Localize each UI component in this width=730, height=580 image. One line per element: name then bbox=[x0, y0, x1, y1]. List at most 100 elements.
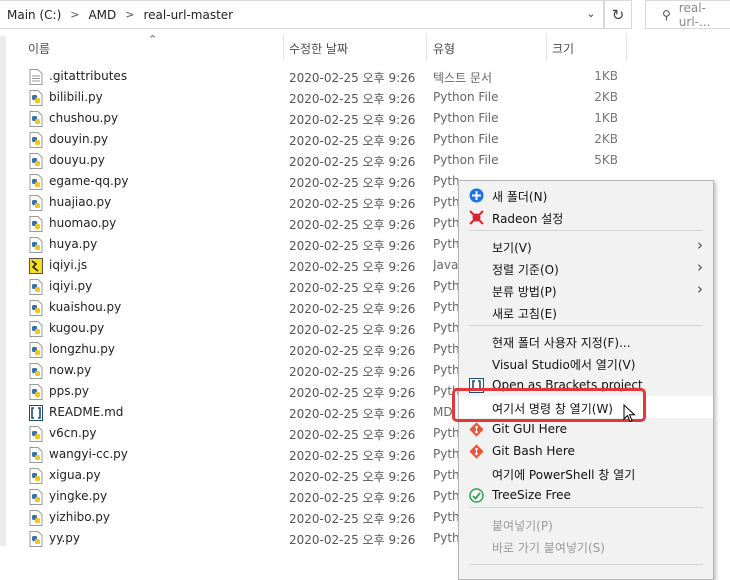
file-type: Pyth bbox=[433, 468, 459, 482]
file-row[interactable]: douyu.py 2020-02-25 오후 9:26 Python File 5KB bbox=[26, 150, 626, 171]
python-file-icon bbox=[29, 237, 43, 253]
menu-item-1[interactable]: Radeon 설정 bbox=[459, 206, 713, 228]
menu-separator bbox=[469, 507, 703, 508]
menu-item-label: Git Bash Here bbox=[492, 444, 575, 458]
menu-item-14[interactable]: 붙여넣기(P) bbox=[459, 513, 713, 535]
file-type: Pyth bbox=[433, 531, 459, 545]
context-menu: 새 폴더(N) Radeon 설정보기(V) › 정렬 기준(O) › 분류 방법(P) ›… bbox=[458, 180, 714, 580]
file-type: Pyth bbox=[433, 174, 459, 188]
file-date: 2020-02-25 오후 9:26 bbox=[289, 491, 416, 505]
column-header-name[interactable]: 이름 bbox=[28, 40, 50, 57]
breadcrumb-amd[interactable]: AMD bbox=[86, 8, 118, 22]
file-name: .gitattributes bbox=[49, 69, 128, 83]
menu-item-12[interactable]: 여기에 PowerShell 창 열기 bbox=[459, 462, 713, 484]
file-name: douyu.py bbox=[49, 153, 105, 167]
search-placeholder: real-url-... bbox=[678, 0, 711, 29]
file-date: 2020-02-25 오후 9:26 bbox=[289, 512, 416, 526]
file-size: 2KB bbox=[594, 132, 618, 146]
file-name: xigua.py bbox=[49, 468, 101, 482]
file-date: 2020-02-25 오후 9:26 bbox=[289, 176, 416, 190]
python-file-icon bbox=[29, 111, 43, 127]
address-bar[interactable]: Main (C:) > AMD > real-url-master ⌄ bbox=[0, 0, 604, 29]
column-divider[interactable] bbox=[426, 34, 427, 61]
python-file-icon bbox=[29, 426, 43, 442]
search-icon: ⚲ bbox=[662, 7, 671, 22]
file-row[interactable]: douyin.py 2020-02-25 오후 9:26 Python File 2K… bbox=[26, 129, 626, 150]
column-header-row: ⌃ 이름 수정한 날짜 유형 크기 bbox=[0, 33, 640, 62]
menu-item-2[interactable]: 보기(V) › bbox=[459, 235, 713, 257]
file-row[interactable]: bilibili.py 2020-02-25 오후 9:26 Python File… bbox=[26, 87, 626, 108]
file-type: Pyth bbox=[433, 216, 459, 230]
menu-item-3[interactable]: 정렬 기준(O) › bbox=[459, 257, 713, 279]
file-name: chushou.py bbox=[49, 111, 119, 125]
column-header-date[interactable]: 수정한 날짜 bbox=[289, 40, 348, 57]
sort-ascending-icon: ⌃ bbox=[148, 33, 158, 46]
column-divider[interactable] bbox=[283, 34, 284, 61]
file-date: 2020-02-25 오후 9:26 bbox=[289, 323, 416, 337]
menu-item-label: 현재 폴더 사용자 지정(F)... bbox=[492, 336, 631, 350]
file-type: Pyth bbox=[433, 510, 459, 524]
menu-overflow-edge bbox=[469, 567, 703, 568]
file-name: yizhibo.py bbox=[49, 510, 110, 524]
file-name: bilibili.py bbox=[49, 90, 103, 104]
file-size: 1KB bbox=[594, 69, 618, 83]
menu-item-4[interactable]: 분류 방법(P) › bbox=[459, 279, 713, 301]
file-type: Pyth bbox=[433, 426, 459, 440]
file-date: 2020-02-25 오후 9:26 bbox=[289, 386, 416, 400]
menu-item-0[interactable]: 새 폴더(N) bbox=[459, 184, 713, 206]
breadcrumb-drive[interactable]: Main (C:) bbox=[5, 8, 63, 22]
file-name: huomao.py bbox=[49, 216, 117, 230]
menu-item-11[interactable]: Git Bash Here bbox=[459, 440, 713, 462]
menu-separator bbox=[469, 230, 703, 231]
refresh-button[interactable]: ↻ bbox=[604, 0, 632, 29]
menu-item-label: 새 폴더(N) bbox=[492, 190, 548, 204]
brackets-file-icon bbox=[29, 405, 43, 421]
breadcrumb-separator-icon[interactable]: > bbox=[63, 8, 86, 21]
file-date: 2020-02-25 오후 9:26 bbox=[289, 197, 416, 211]
menu-item-13[interactable]: TreeSize Free bbox=[459, 484, 713, 506]
address-history-chevron-down-icon[interactable]: ⌄ bbox=[585, 8, 597, 20]
breadcrumb-separator-icon[interactable]: > bbox=[118, 8, 141, 21]
menu-separator bbox=[469, 564, 703, 565]
text-file-icon bbox=[29, 69, 43, 85]
column-header-type[interactable]: 유형 bbox=[433, 40, 455, 57]
search-box[interactable]: ⚲ real-url-... bbox=[645, 0, 730, 29]
menu-item-6[interactable]: 현재 폴더 사용자 지정(F)... bbox=[459, 330, 713, 352]
menu-item-label: Visual Studio에서 열기(V) bbox=[492, 358, 636, 372]
column-divider[interactable] bbox=[626, 34, 627, 61]
git-icon bbox=[469, 422, 484, 437]
column-divider[interactable] bbox=[546, 34, 547, 61]
python-file-icon bbox=[29, 468, 43, 484]
radeon-icon bbox=[469, 210, 484, 225]
file-type: Python File bbox=[433, 111, 499, 125]
menu-item-15[interactable]: 바로 가기 붙여넣기(S) bbox=[459, 535, 713, 557]
python-file-icon bbox=[29, 384, 43, 400]
file-date: 2020-02-25 오후 9:26 bbox=[289, 407, 416, 421]
breadcrumb-current-folder[interactable]: real-url-master bbox=[142, 8, 236, 22]
file-name: now.py bbox=[49, 363, 92, 377]
refresh-icon: ↻ bbox=[611, 5, 625, 24]
menu-item-label: 여기에 PowerShell 창 열기 bbox=[492, 468, 636, 482]
file-name: iqiyi.py bbox=[49, 279, 93, 293]
file-date: 2020-02-25 오후 9:26 bbox=[289, 344, 416, 358]
file-date: 2020-02-25 오후 9:26 bbox=[289, 449, 416, 463]
python-file-icon bbox=[29, 216, 43, 232]
file-row[interactable]: .gitattributes 2020-02-25 오후 9:26 텍스트 문서 1K… bbox=[26, 66, 626, 87]
file-row[interactable]: chushou.py 2020-02-25 오후 9:26 Python File 1… bbox=[26, 108, 626, 129]
mouse-cursor-icon bbox=[623, 404, 636, 423]
file-date: 2020-02-25 오후 9:26 bbox=[289, 92, 416, 106]
python-file-icon bbox=[29, 153, 43, 169]
menu-item-label: 정렬 기준(O) bbox=[492, 263, 559, 277]
file-name: longzhu.py bbox=[49, 342, 115, 356]
file-name: iqiyi.js bbox=[49, 258, 88, 272]
file-name: v6cn.py bbox=[49, 426, 97, 440]
file-type: Pyth bbox=[433, 489, 459, 503]
python-file-icon bbox=[29, 510, 43, 526]
file-type: Pyth bbox=[433, 342, 459, 356]
column-header-size[interactable]: 크기 bbox=[552, 40, 574, 57]
menu-item-label: TreeSize Free bbox=[492, 488, 571, 502]
menu-item-5[interactable]: 새로 고침(E) bbox=[459, 301, 713, 323]
menu-item-7[interactable]: Visual Studio에서 열기(V) bbox=[459, 352, 713, 374]
python-file-icon bbox=[29, 447, 43, 463]
file-type: Python File bbox=[433, 90, 499, 104]
